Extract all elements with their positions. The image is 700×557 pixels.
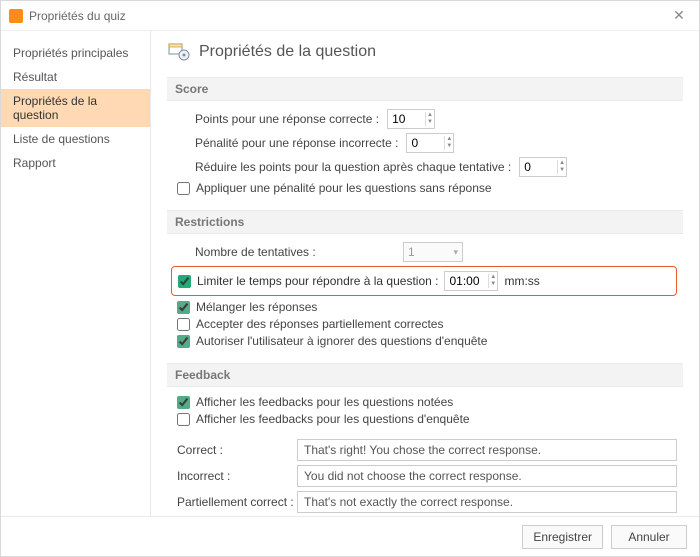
checkbox-shuffle[interactable]: Mélanger les réponses bbox=[177, 300, 677, 314]
label-attempts: Nombre de tentatives : bbox=[195, 245, 395, 259]
section-score: Points pour une réponse correcte : ▲▼ Pé… bbox=[167, 109, 683, 204]
limit-time-input[interactable] bbox=[445, 274, 487, 288]
feedback-row-partial: Partiellement correct : That's not exact… bbox=[177, 491, 677, 513]
shuffle-label: Mélanger les réponses bbox=[196, 300, 317, 314]
checkbox-show-survey[interactable]: Afficher les feedbacks pour les question… bbox=[177, 412, 677, 426]
attempts-value: 1 bbox=[408, 245, 415, 259]
allow-skip-checkbox[interactable] bbox=[177, 335, 190, 348]
sidebar-item-question-list[interactable]: Liste de questions bbox=[1, 127, 150, 151]
spin-up-icon[interactable]: ▲ bbox=[445, 136, 453, 143]
allow-skip-label: Autoriser l'utilisateur à ignorer des qu… bbox=[196, 334, 487, 348]
checkbox-allow-skip[interactable]: Autoriser l'utilisateur à ignorer des qu… bbox=[177, 334, 677, 348]
reduce-stepper[interactable]: ▲▼ bbox=[519, 157, 567, 177]
show-survey-label: Afficher les feedbacks pour les question… bbox=[196, 412, 470, 426]
page-header-icon bbox=[167, 41, 191, 63]
feedback-value[interactable]: That's right! You chose the correct resp… bbox=[297, 439, 677, 461]
row-points: Points pour une réponse correcte : ▲▼ bbox=[195, 109, 677, 129]
show-survey-checkbox[interactable] bbox=[177, 413, 190, 426]
checkbox-show-graded[interactable]: Afficher les feedbacks pour les question… bbox=[177, 395, 677, 409]
label-reduce: Réduire les points pour la question aprè… bbox=[195, 160, 511, 174]
page-header: Propriétés de la question bbox=[151, 31, 699, 71]
checkbox-partial[interactable]: Accepter des réponses partiellement corr… bbox=[177, 317, 677, 331]
section-title-feedback: Feedback bbox=[167, 363, 683, 387]
sidebar-item-main-properties[interactable]: Propriétés principales bbox=[1, 41, 150, 65]
limit-time-row: Limiter le temps pour répondre à la ques… bbox=[171, 266, 677, 296]
section-feedback: Afficher les feedbacks pour les question… bbox=[167, 395, 683, 516]
spin-down-icon[interactable]: ▼ bbox=[489, 281, 498, 288]
window-title: Propriétés du quiz bbox=[29, 9, 667, 23]
feedback-row-incorrect: Incorrect : You did not choose the corre… bbox=[177, 465, 677, 487]
feedback-label: Partiellement correct : bbox=[177, 495, 297, 509]
points-stepper[interactable]: ▲▼ bbox=[387, 109, 435, 129]
titlebar: Propriétés du quiz ✕ bbox=[1, 1, 699, 31]
partial-checkbox[interactable] bbox=[177, 318, 190, 331]
spin-up-icon[interactable]: ▲ bbox=[426, 112, 434, 119]
limit-time-label: Limiter le temps pour répondre à la ques… bbox=[197, 274, 438, 288]
feedback-value[interactable]: You did not choose the correct response. bbox=[297, 465, 677, 487]
sidebar-item-result[interactable]: Résultat bbox=[1, 65, 150, 89]
reduce-input[interactable] bbox=[520, 160, 557, 174]
feedback-label: Incorrect : bbox=[177, 469, 297, 483]
attempts-select[interactable]: 1 ▾ bbox=[403, 242, 463, 262]
row-reduce: Réduire les points pour la question aprè… bbox=[195, 157, 677, 177]
section-restrictions: Nombre de tentatives : 1 ▾ Limiter le te… bbox=[167, 242, 683, 357]
main-panel: Propriétés de la question Score Points p… bbox=[151, 31, 699, 516]
feedback-value[interactable]: That's not exactly the correct response. bbox=[297, 491, 677, 513]
penalty-spin[interactable]: ▲▼ bbox=[444, 136, 453, 150]
feedback-label: Correct : bbox=[177, 443, 297, 457]
save-button[interactable]: Enregistrer bbox=[522, 525, 603, 549]
dialog-footer: Enregistrer Annuler bbox=[1, 516, 699, 556]
spin-up-icon[interactable]: ▲ bbox=[558, 160, 566, 167]
show-graded-checkbox[interactable] bbox=[177, 396, 190, 409]
app-logo-icon bbox=[9, 9, 23, 23]
apply-penalty-checkbox[interactable] bbox=[177, 182, 190, 195]
dialog-window: Propriétés du quiz ✕ Propriétés principa… bbox=[0, 0, 700, 557]
sidebar-item-question-properties[interactable]: Propriétés de la question bbox=[1, 89, 150, 127]
section-title-score: Score bbox=[167, 77, 683, 101]
reduce-spin[interactable]: ▲▼ bbox=[557, 160, 566, 174]
row-attempts: Nombre de tentatives : 1 ▾ bbox=[195, 242, 677, 262]
time-unit-label: mm:ss bbox=[504, 274, 539, 288]
points-input[interactable] bbox=[388, 112, 425, 126]
limit-time-field[interactable]: ▲▼ bbox=[444, 271, 498, 291]
content-scroll[interactable]: Score Points pour une réponse correcte :… bbox=[151, 71, 699, 516]
close-icon[interactable]: ✕ bbox=[667, 7, 691, 24]
limit-time-checkbox[interactable] bbox=[178, 275, 191, 288]
spin-down-icon[interactable]: ▼ bbox=[558, 167, 566, 174]
spin-down-icon[interactable]: ▼ bbox=[426, 119, 434, 126]
shuffle-checkbox[interactable] bbox=[177, 301, 190, 314]
label-points: Points pour une réponse correcte : bbox=[195, 112, 379, 126]
apply-penalty-label: Appliquer une pénalité pour les question… bbox=[196, 181, 492, 195]
feedback-row-correct: Correct : That's right! You chose the co… bbox=[177, 439, 677, 461]
section-title-restrictions: Restrictions bbox=[167, 210, 683, 234]
dialog-body: Propriétés principales Résultat Propriét… bbox=[1, 31, 699, 516]
cancel-button[interactable]: Annuler bbox=[611, 525, 687, 549]
limit-time-spin[interactable]: ▲▼ bbox=[488, 274, 498, 288]
show-graded-label: Afficher les feedbacks pour les question… bbox=[196, 395, 453, 409]
chevron-down-icon: ▾ bbox=[453, 247, 458, 258]
label-penalty: Pénalité pour une réponse incorrecte : bbox=[195, 136, 398, 150]
partial-label: Accepter des réponses partiellement corr… bbox=[196, 317, 443, 331]
sidebar: Propriétés principales Résultat Propriét… bbox=[1, 31, 151, 516]
penalty-input[interactable] bbox=[407, 136, 444, 150]
penalty-stepper[interactable]: ▲▼ bbox=[406, 133, 454, 153]
row-penalty: Pénalité pour une réponse incorrecte : ▲… bbox=[195, 133, 677, 153]
checkbox-apply-penalty[interactable]: Appliquer une pénalité pour les question… bbox=[177, 181, 677, 195]
spin-down-icon[interactable]: ▼ bbox=[445, 143, 453, 150]
page-title: Propriétés de la question bbox=[199, 43, 376, 61]
spin-up-icon[interactable]: ▲ bbox=[489, 274, 498, 281]
points-spin[interactable]: ▲▼ bbox=[425, 112, 434, 126]
sidebar-item-report[interactable]: Rapport bbox=[1, 151, 150, 175]
